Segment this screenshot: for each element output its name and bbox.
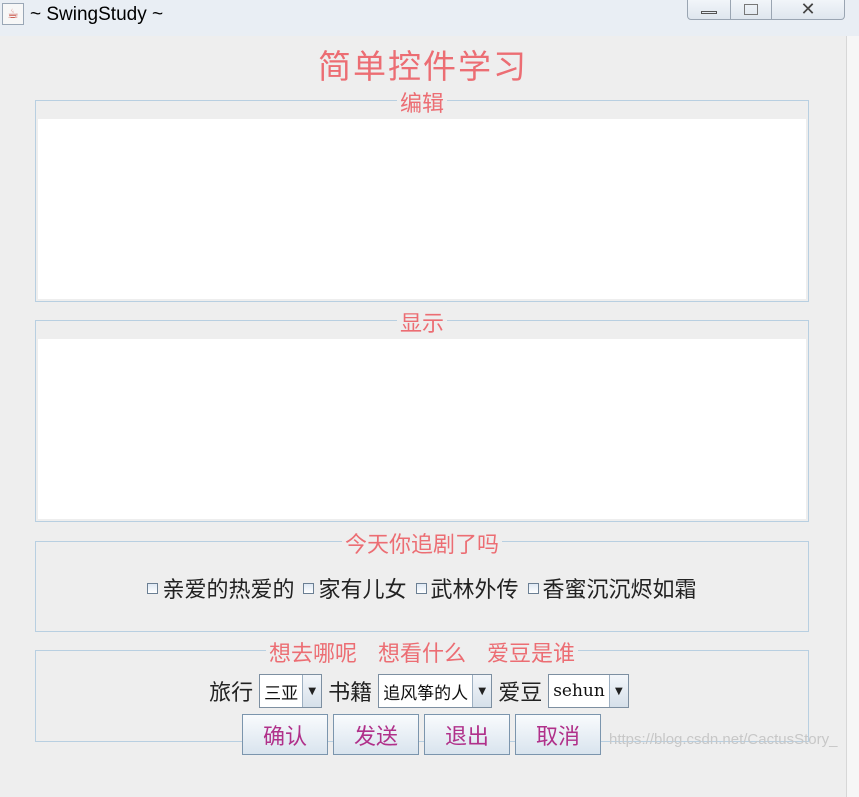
books-select-value: 追风筝的人 xyxy=(383,683,469,704)
checkbox-qinai[interactable]: 亲爱的热爱的 xyxy=(147,572,294,604)
drama-legend-text: 今天你追剧了吗 xyxy=(341,533,502,558)
drama-panel: 今天你追剧了吗 亲爱的热爱的 家有儿女 武林外传 香蜜沉沉烬如霜 xyxy=(35,533,809,632)
cancel-button[interactable]: 取消 xyxy=(515,714,601,755)
button-bar: 确认 发送 退出 取消 xyxy=(242,714,601,755)
drama-checkbox-row: 亲爱的热爱的 家有儿女 武林外传 香蜜沉沉烬如霜 xyxy=(36,572,808,604)
maximize-button[interactable] xyxy=(731,0,772,20)
java-cup-icon[interactable]: ☕ xyxy=(2,3,24,25)
checkbox-xiangmi[interactable]: 香蜜沉沉烬如霜 xyxy=(527,572,697,604)
idol-select[interactable]: sehun ▼ xyxy=(548,674,629,708)
idol-label: 爱豆 xyxy=(498,681,543,706)
maximize-icon xyxy=(744,3,758,15)
close-icon: ✕ xyxy=(800,0,816,20)
checkbox-box[interactable] xyxy=(415,582,427,594)
minimize-button[interactable] xyxy=(687,0,731,20)
watermark: https://blog.csdn.net/CactusStory_ xyxy=(609,731,838,748)
close-button[interactable]: ✕ xyxy=(772,0,845,20)
travel-select[interactable]: 三亚 ▼ xyxy=(259,674,323,708)
chevron-down-icon[interactable]: ▼ xyxy=(472,675,492,707)
edit-panel: 编辑 xyxy=(35,92,809,302)
window-controls: ✕ xyxy=(687,0,845,22)
edit-textarea[interactable] xyxy=(38,119,806,299)
checkbox-wulinwaizhuan[interactable]: 武林外传 xyxy=(415,572,519,604)
books-select[interactable]: 追风筝的人 ▼ xyxy=(378,674,493,708)
display-panel-legend: 显示 xyxy=(36,306,808,338)
checkbox-label: 亲爱的热爱的 xyxy=(162,578,295,603)
checkbox-box[interactable] xyxy=(527,582,539,594)
travel-select-value: 三亚 xyxy=(264,683,299,704)
display-legend-text: 显示 xyxy=(396,312,447,337)
chevron-down-icon[interactable]: ▼ xyxy=(302,675,322,707)
checkbox-label: 武林外传 xyxy=(430,578,519,603)
window-title: ~ SwingStudy ~ xyxy=(30,4,164,25)
title-bar[interactable]: ☕ ~ SwingStudy ~ ✕ xyxy=(0,0,859,37)
confirm-button[interactable]: 确认 xyxy=(242,714,328,755)
display-textarea[interactable] xyxy=(38,339,806,519)
edit-panel-legend: 编辑 xyxy=(36,86,808,118)
chevron-down-icon[interactable]: ▼ xyxy=(608,675,628,707)
background-window-strip xyxy=(846,36,859,797)
select-row: 旅行 三亚 ▼ 书籍 追风筝的人 ▼ 爱豆 sehun ▼ xyxy=(36,674,808,708)
minimize-icon xyxy=(701,10,717,14)
drama-panel-legend: 今天你追剧了吗 xyxy=(36,527,808,559)
travel-label: 旅行 xyxy=(209,681,254,706)
send-button[interactable]: 发送 xyxy=(333,714,419,755)
content-pane: 简单控件学习 编辑 显示 今天你追剧了吗 亲爱的热爱的 家有儿女 武林外传 香蜜… xyxy=(0,36,846,797)
choose-legend-text: 想去哪呢 想看什么 爱豆是谁 xyxy=(266,642,578,667)
checkbox-label: 香蜜沉沉烬如霜 xyxy=(542,578,697,603)
exit-button[interactable]: 退出 xyxy=(424,714,510,755)
checkbox-box[interactable] xyxy=(147,582,159,594)
display-panel: 显示 xyxy=(35,312,809,522)
checkbox-label: 家有儿女 xyxy=(318,578,407,603)
page-title: 简单控件学习 xyxy=(318,47,528,86)
books-label: 书籍 xyxy=(328,681,373,706)
choose-panel-legend: 想去哪呢 想看什么 爱豆是谁 xyxy=(36,636,808,668)
checkbox-box[interactable] xyxy=(303,582,315,594)
edit-legend-text: 编辑 xyxy=(396,92,447,117)
idol-select-value: sehun xyxy=(553,681,605,701)
checkbox-jiayouernv[interactable]: 家有儿女 xyxy=(303,572,407,604)
